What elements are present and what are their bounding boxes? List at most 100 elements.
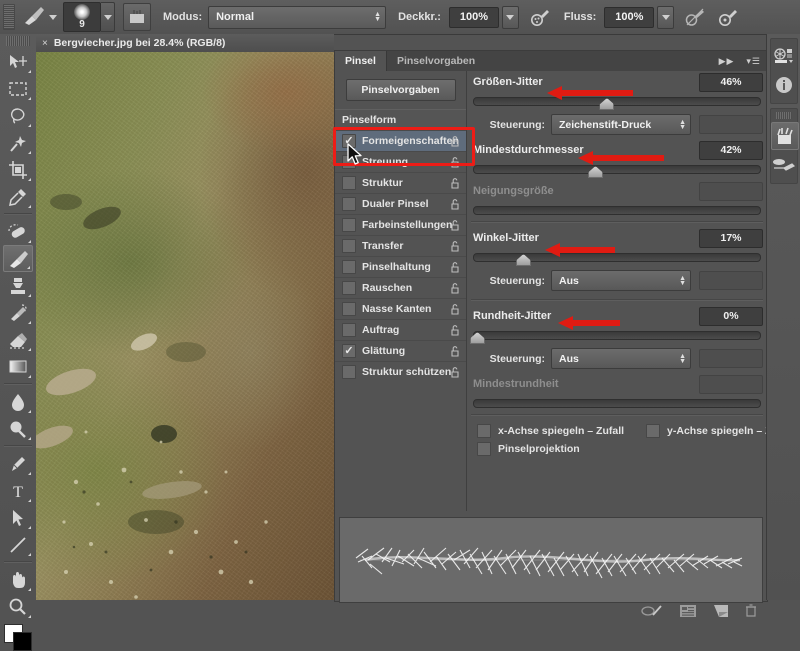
- sidebar-item-hand-tool[interactable]: [3, 566, 33, 593]
- brush-presets-panel-icon[interactable]: [679, 604, 697, 618]
- background-color-swatch[interactable]: [13, 632, 32, 651]
- list-item-formeigenschaften[interactable]: ✓ Formeigenschaften: [335, 130, 466, 151]
- brush-preset-chevron-icon[interactable]: [49, 14, 57, 20]
- pressure-opacity-icon[interactable]: [528, 5, 552, 29]
- brush-presets-button[interactable]: Pinselvorgaben: [345, 79, 456, 101]
- tablet-pressure-icon[interactable]: [123, 3, 151, 31]
- size-jitter-value[interactable]: 46%: [699, 72, 763, 92]
- sidebar-item-brush-tool[interactable]: [3, 245, 33, 272]
- sidebar-item-lasso-tool[interactable]: [3, 102, 33, 129]
- sidebar-item-gradient-tool[interactable]: [3, 353, 33, 380]
- size-jitter-slider[interactable]: [473, 94, 761, 110]
- checkbox-auftrag[interactable]: [342, 323, 356, 337]
- list-item-struktur-schuetzen[interactable]: Struktur schützen: [335, 361, 466, 382]
- checkbox-nasse-kanten[interactable]: [342, 302, 356, 316]
- sidebar-item-clone-stamp-tool[interactable]: [3, 272, 33, 299]
- lock-open-icon[interactable]: [450, 345, 460, 357]
- tools-panel-grip[interactable]: [6, 36, 30, 46]
- brush-size-preview[interactable]: 9: [63, 2, 101, 32]
- brush-presets-icon[interactable]: [771, 152, 797, 178]
- lock-open-icon[interactable]: [450, 282, 460, 294]
- list-item-struktur[interactable]: Struktur: [335, 172, 466, 193]
- angle-control-select[interactable]: Aus ▲ ▼: [551, 270, 691, 291]
- lock-open-icon[interactable]: [450, 366, 460, 378]
- roundness-jitter-value[interactable]: 0%: [699, 306, 763, 326]
- lock-open-icon[interactable]: [450, 198, 460, 210]
- tab-pinsel[interactable]: Pinsel: [335, 51, 387, 71]
- toggle-brush-preview-icon[interactable]: [641, 604, 663, 618]
- angle-jitter-value[interactable]: 17%: [699, 228, 763, 248]
- checkbox-streuung[interactable]: [342, 155, 356, 169]
- sidebar-item-blur-tool[interactable]: [3, 388, 33, 415]
- info-icon[interactable]: [771, 72, 797, 98]
- checkbox-flip-y-jitter[interactable]: [646, 424, 661, 438]
- brush-tool-icon[interactable]: [19, 4, 49, 30]
- tab-pinselvorgaben[interactable]: Pinselvorgaben: [387, 51, 485, 71]
- lock-open-icon[interactable]: [450, 261, 460, 273]
- lock-open-icon[interactable]: [450, 177, 460, 189]
- lock-open-icon[interactable]: [450, 303, 460, 315]
- list-item-glaettung[interactable]: ✓ Glättung: [335, 340, 466, 361]
- brush-size-stepper[interactable]: [101, 2, 115, 32]
- sidebar-item-type-tool[interactable]: T: [3, 477, 33, 504]
- size-control-select[interactable]: Zeichenstift-Druck ▲ ▼: [551, 114, 691, 135]
- checkbox-struktur-schuetzen[interactable]: [342, 365, 356, 379]
- brush-panel-icon[interactable]: [771, 122, 799, 150]
- blend-mode-select[interactable]: Normal ▲ ▼: [208, 5, 387, 29]
- sidebar-item-move-tool[interactable]: [3, 48, 33, 75]
- min-diameter-slider[interactable]: [473, 162, 761, 178]
- sidebar-item-line-tool[interactable]: [3, 531, 33, 558]
- sidebar-item-path-selection-tool[interactable]: [3, 504, 33, 531]
- dock-grip[interactable]: [776, 112, 792, 119]
- flow-value[interactable]: 100%: [604, 6, 655, 28]
- sidebar-item-zoom-tool[interactable]: [3, 593, 33, 620]
- color-swatch-icon[interactable]: [771, 44, 797, 70]
- pressure-size-icon[interactable]: [716, 5, 740, 29]
- lock-open-icon[interactable]: [450, 324, 460, 336]
- roundness-jitter-slider[interactable]: [469, 328, 761, 344]
- list-item-transfer[interactable]: Transfer: [335, 235, 466, 256]
- new-brush-icon[interactable]: [713, 604, 729, 618]
- flow-stepper[interactable]: [657, 5, 675, 29]
- sidebar-item-eyedropper-tool[interactable]: [3, 183, 33, 210]
- sidebar-item-rectangular-marquee-tool[interactable]: [3, 75, 33, 102]
- roundness-control-select[interactable]: Aus ▲ ▼: [551, 348, 691, 369]
- sidebar-item-healing-brush-tool[interactable]: [3, 218, 33, 245]
- list-item-pinselform[interactable]: Pinselform: [335, 109, 466, 130]
- close-icon[interactable]: ×: [42, 38, 48, 49]
- checkbox-glaettung[interactable]: ✓: [342, 344, 356, 358]
- list-item-streuung[interactable]: Streuung: [335, 151, 466, 172]
- document-tab[interactable]: × Bergviecher.jpg bei 28.4% (RGB/8): [36, 34, 334, 53]
- sidebar-item-crop-tool[interactable]: [3, 156, 33, 183]
- angle-jitter-slider[interactable]: [473, 250, 761, 266]
- checkbox-transfer[interactable]: [342, 239, 356, 253]
- list-item-dualer-pinsel[interactable]: Dualer Pinsel: [335, 193, 466, 214]
- sidebar-item-eraser-tool[interactable]: [3, 326, 33, 353]
- lock-open-icon[interactable]: [450, 240, 460, 252]
- checkbox-pinselhaltung[interactable]: [342, 260, 356, 274]
- sidebar-item-history-brush-tool[interactable]: [3, 299, 33, 326]
- checkbox-flip-x-jitter[interactable]: [477, 424, 491, 438]
- list-item-rauschen[interactable]: Rauschen: [335, 277, 466, 298]
- lock-open-icon[interactable]: [450, 135, 460, 147]
- image-canvas[interactable]: [36, 52, 334, 600]
- options-bar-grip[interactable]: [3, 4, 15, 30]
- list-item-nasse-kanten[interactable]: Nasse Kanten: [335, 298, 466, 319]
- checkbox-rauschen[interactable]: [342, 281, 356, 295]
- lock-open-icon[interactable]: [450, 219, 460, 231]
- panel-collapse-icon[interactable]: ▶▶: [713, 51, 741, 71]
- panel-menu-icon[interactable]: ▾☰: [740, 51, 767, 71]
- delete-brush-icon[interactable]: [745, 604, 757, 618]
- sidebar-item-dodge-tool[interactable]: [3, 415, 33, 442]
- list-item-auftrag[interactable]: Auftrag: [335, 319, 466, 340]
- airbrush-icon[interactable]: [683, 5, 707, 29]
- opacity-stepper[interactable]: [501, 5, 519, 29]
- checkbox-formeigenschaften[interactable]: ✓: [342, 134, 356, 148]
- checkbox-dualer-pinsel[interactable]: [342, 197, 356, 211]
- list-item-pinselhaltung[interactable]: Pinselhaltung: [335, 256, 466, 277]
- lock-open-icon[interactable]: [450, 156, 460, 168]
- foreground-background-swatches[interactable]: [4, 624, 32, 651]
- sidebar-item-pen-tool[interactable]: [3, 450, 33, 477]
- checkbox-pinselprojektion[interactable]: [477, 442, 491, 456]
- checkbox-farbeinstellungen[interactable]: [342, 218, 356, 232]
